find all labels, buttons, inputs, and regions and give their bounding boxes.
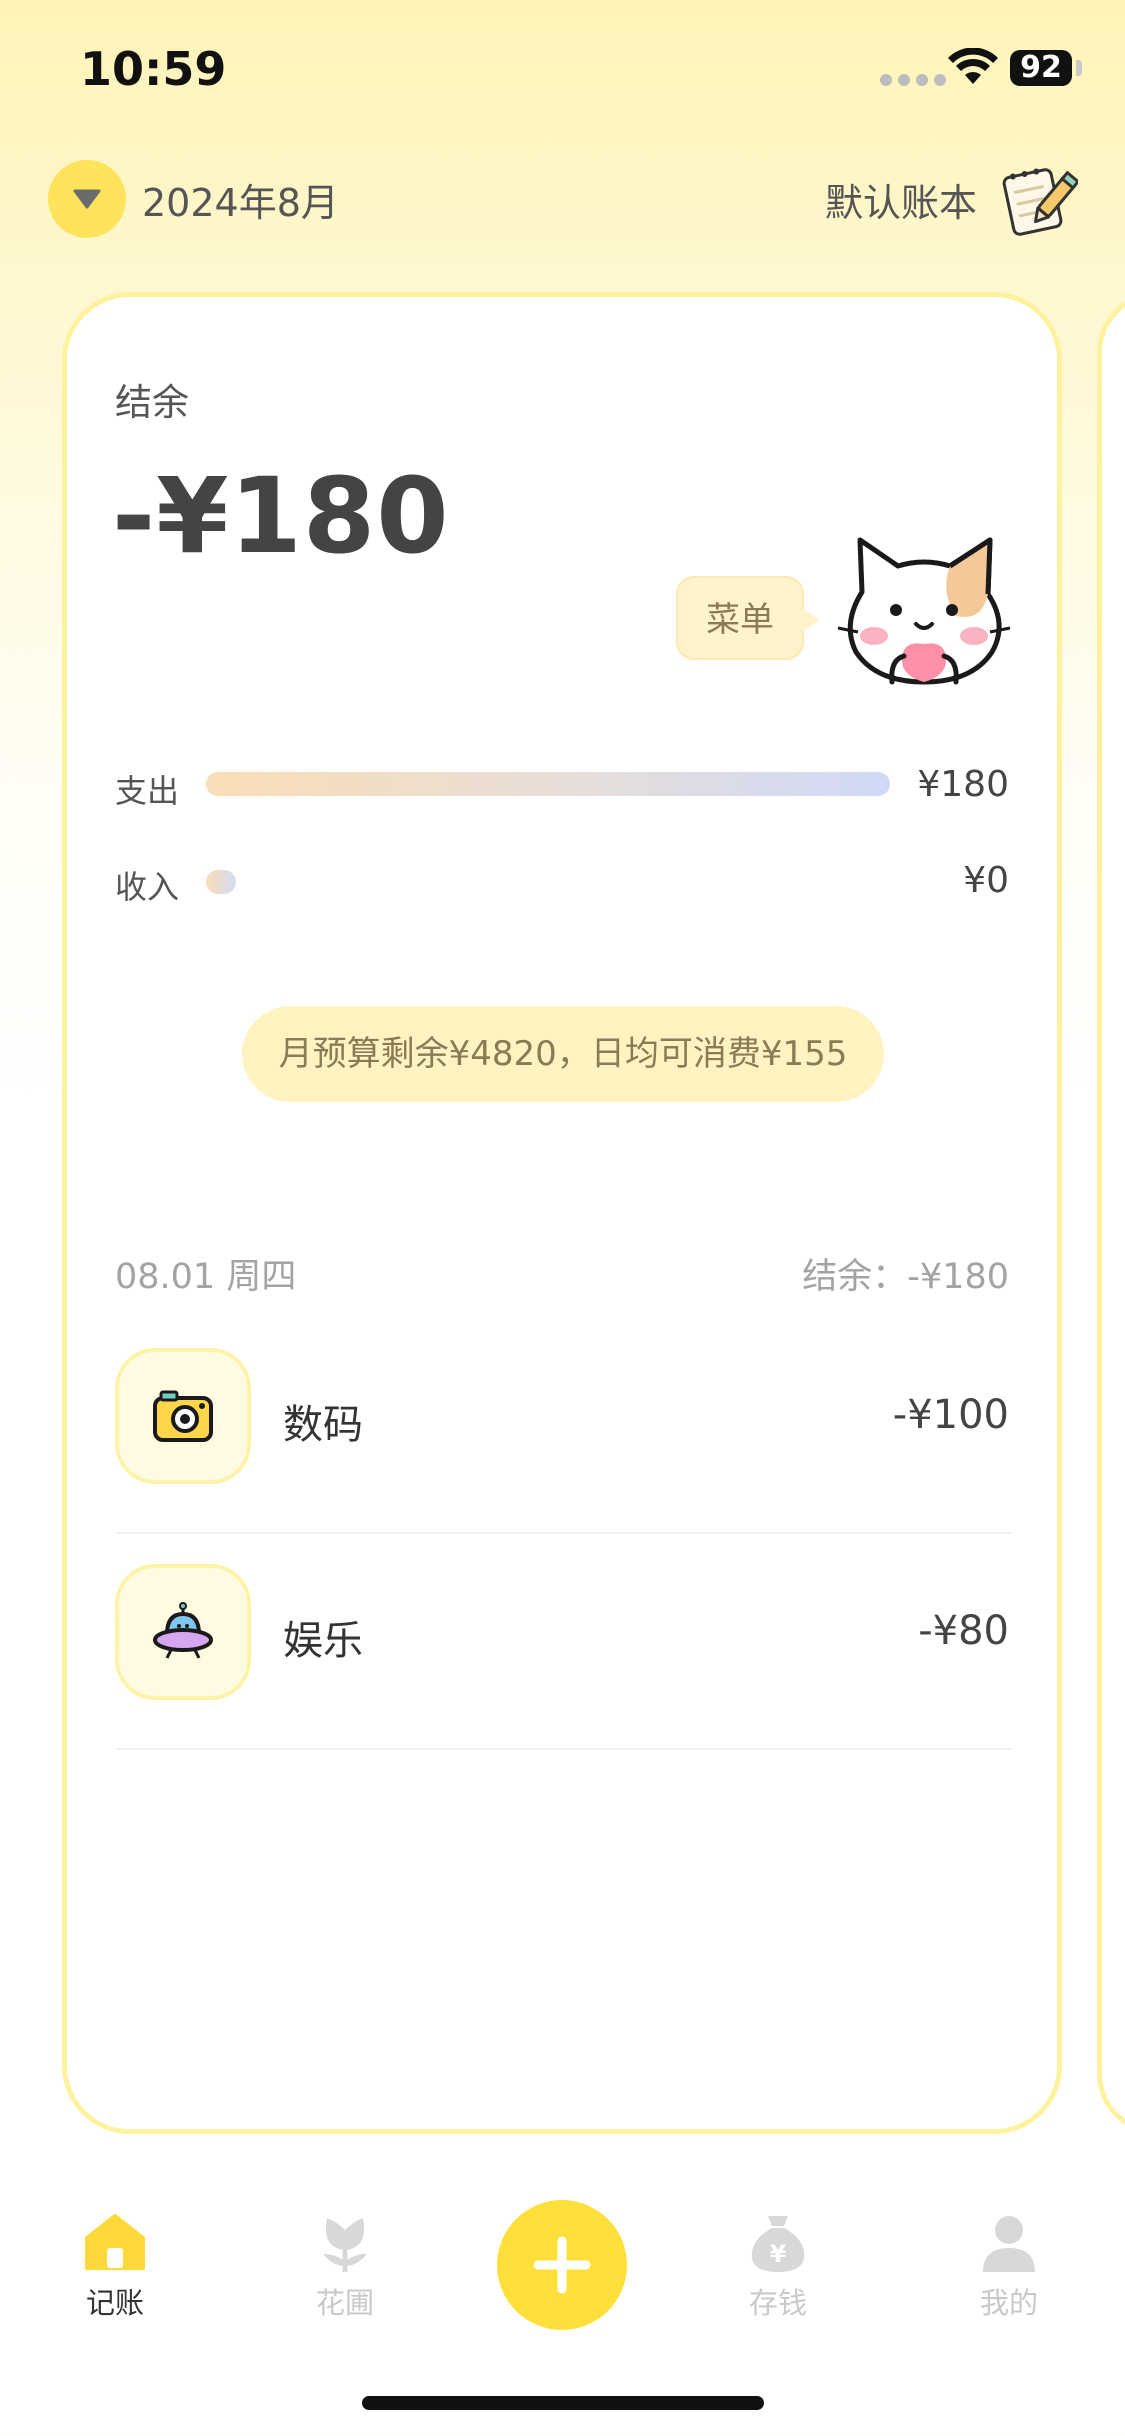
transaction-category: 娱乐 [283, 1618, 363, 1664]
ledger-name[interactable]: 默认账本 [825, 172, 977, 227]
battery-icon: 92 [1010, 50, 1072, 86]
tab-savings[interactable]: ¥ 存钱 [718, 2210, 838, 2322]
cat-mascot-icon[interactable] [832, 532, 1016, 692]
menu-bubble-button[interactable]: 菜单 [676, 576, 820, 660]
transaction-amount: -¥80 [918, 1608, 1009, 1654]
tab-label: 存钱 [748, 2286, 807, 2320]
tab-label: 花圃 [315, 2286, 374, 2320]
transaction-row[interactable]: 数码 -¥100 [115, 1318, 1013, 1534]
ufo-icon [153, 1602, 213, 1659]
day-date: 08.01 周四 [115, 1257, 297, 1297]
tab-profile[interactable]: 我的 [949, 2210, 1069, 2322]
income-bar [206, 870, 236, 894]
budget-summary-pill[interactable]: 月预算剩余¥4820，日均可消费¥155 [242, 1006, 884, 1102]
battery-tip [1076, 60, 1082, 76]
svg-text:¥: ¥ [770, 2240, 787, 2268]
day-balance: 结余：-¥180 [802, 1257, 1009, 1297]
expense-label: 支出 [115, 772, 180, 810]
expense-amount: ¥180 [917, 764, 1009, 805]
status-time: 10:59 [80, 42, 227, 96]
expense-bar [206, 772, 890, 796]
flower-icon [323, 2218, 367, 2272]
month-picker-button[interactable] [48, 160, 126, 238]
person-icon [983, 2216, 1035, 2272]
balance-label: 结余 [115, 381, 189, 424]
tab-garden[interactable]: 花圃 [285, 2210, 405, 2322]
transaction-category: 数码 [283, 1402, 363, 1448]
income-label: 收入 [115, 868, 180, 906]
status-bar: 10:59 92 [0, 0, 1125, 140]
next-card-peek[interactable] [1097, 292, 1125, 2134]
transaction-amount: -¥100 [892, 1392, 1009, 1438]
camera-icon [153, 1390, 213, 1442]
tab-label: 我的 [979, 2286, 1038, 2320]
add-record-button[interactable] [497, 2200, 627, 2330]
home-icon [85, 2214, 145, 2270]
home-indicator [362, 2396, 764, 2410]
money-bag-icon: ¥ [751, 2216, 805, 2272]
wifi-icon [948, 48, 998, 84]
balance-amount: -¥180 [112, 455, 450, 577]
income-amount: ¥0 [963, 860, 1009, 901]
cellular-signal-icon [880, 74, 946, 86]
triangle-down-icon [73, 189, 101, 209]
transaction-row[interactable]: 娱乐 -¥80 [115, 1534, 1013, 1750]
category-icon-box [115, 1564, 251, 1700]
plus-icon [533, 2236, 591, 2294]
category-icon-box [115, 1348, 251, 1484]
tab-bookkeeping[interactable]: 记账 [55, 2210, 175, 2322]
notepad-icon[interactable] [996, 158, 1078, 240]
month-label[interactable]: 2024年8月 [142, 172, 339, 227]
tab-label: 记账 [85, 2286, 144, 2320]
